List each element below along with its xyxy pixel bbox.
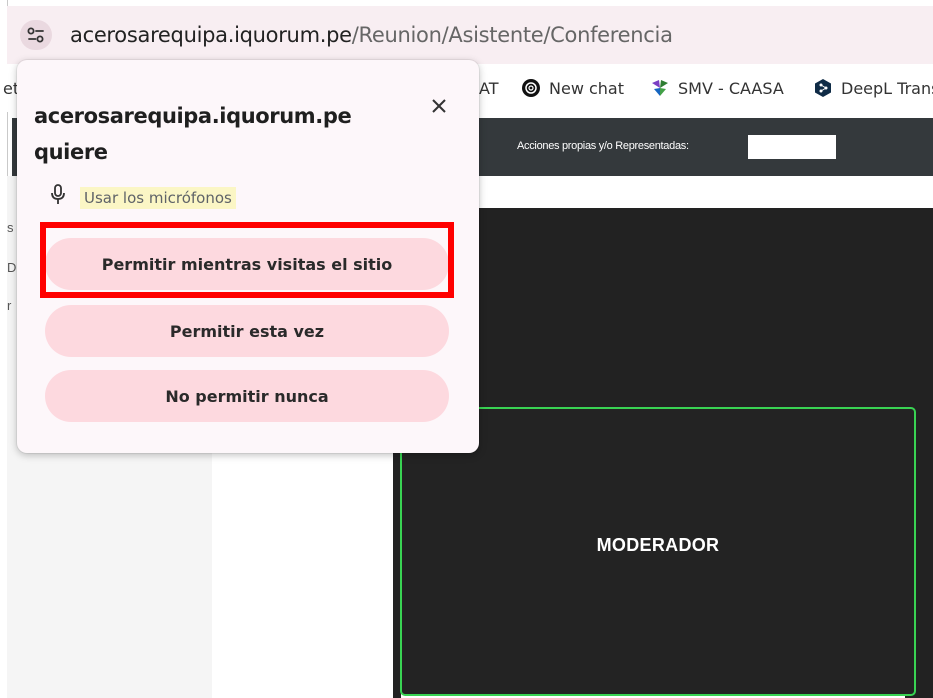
tile-label: MODERADOR — [596, 535, 720, 555]
permission-row: Usar los micrófonos — [50, 184, 236, 211]
left-fragment: s — [7, 220, 14, 235]
moderator-video-tile[interactable]: MODERADOR — [400, 407, 916, 696]
smv-icon — [651, 79, 669, 97]
shares-value-box — [748, 135, 836, 159]
permission-text: Usar los micrófonos — [80, 186, 236, 209]
url-host: acerosarequipa.iquorum.pe — [70, 23, 352, 47]
shares-label: Acciones propias y/o Representadas: — [517, 140, 689, 152]
bookmark-label: New chat — [549, 78, 624, 98]
bookmark-deepl[interactable]: DeepL Trans — [814, 76, 933, 100]
url-path: /Reunion/Asistente/Conferencia — [351, 23, 673, 47]
bookmark-item[interactable]: AT — [479, 76, 498, 100]
left-fragment: r — [7, 298, 12, 313]
deepl-icon — [814, 79, 832, 97]
never-allow-button[interactable]: No permitir nunca — [45, 370, 449, 422]
openai-icon — [522, 79, 540, 97]
address-bar[interactable]: acerosarequipa.iquorum.pe/Reunion/Asiste… — [7, 6, 933, 64]
microphone-icon — [50, 184, 66, 211]
bookmark-label: AT — [479, 78, 499, 98]
bookmark-label: SMV - CAASA — [678, 78, 784, 98]
left-fragment: D — [7, 260, 17, 275]
allow-once-button[interactable]: Permitir esta vez — [45, 305, 449, 357]
highlight-box — [40, 222, 454, 298]
bookmark-label: DeepL Trans — [841, 78, 933, 98]
bookmark-smv[interactable]: SMV - CAASA — [651, 76, 784, 100]
tune-icon[interactable] — [20, 20, 52, 50]
url-text[interactable]: acerosarequipa.iquorum.pe/Reunion/Asiste… — [70, 20, 673, 50]
bookmark-new-chat[interactable]: New chat — [522, 76, 624, 100]
close-icon[interactable] — [427, 94, 451, 118]
popup-title: acerosarequipa.iquorum.pe quiere — [34, 104, 352, 164]
